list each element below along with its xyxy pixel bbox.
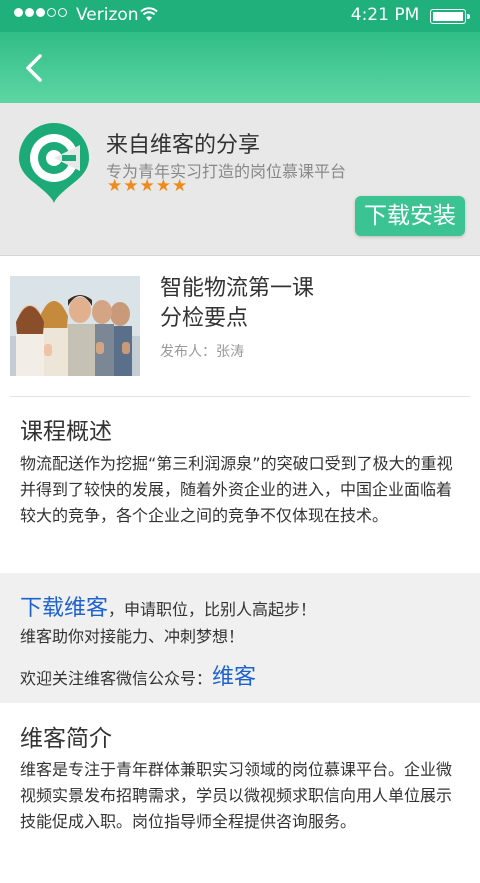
promo-line: 欢迎关注维客微信公众号：维客 (20, 659, 256, 691)
battery-icon (430, 9, 470, 24)
wechat-account-link[interactable]: 维客 (212, 665, 256, 690)
course-card[interactable]: 智能物流第一课 分检要点 发布人：张涛 (0, 256, 480, 396)
promo-text: 欢迎关注维客微信公众号： (20, 669, 213, 688)
divider (10, 396, 470, 397)
course-title-line: 分检要点 (160, 306, 249, 331)
status-bar: Verizon 4:21 PM (0, 0, 480, 32)
download-install-button[interactable]: 下载安装 (355, 196, 465, 236)
course-publisher: 发布人：张涛 (160, 344, 244, 360)
promo-text: ，申请职位，比别人高起步！ (108, 600, 317, 619)
overview-text: 物流配送作为挖掘“第三利润源泉”的突破口受到了极大的重视并得到了较快的发展，随着… (20, 454, 453, 525)
download-weike-link[interactable]: 下载维客 (20, 596, 108, 621)
overview-heading: 课程概述 (20, 419, 112, 445)
nav-bar (0, 32, 480, 103)
about-text: 维客是专注于青年群体兼职实习领域的岗位慕课平台。企业微视频实景发布招聘需求，学员… (20, 760, 453, 831)
course-thumbnail-image (10, 276, 140, 376)
about-heading: 维客简介 (20, 726, 112, 752)
app-name: 来自维客的分享 (106, 133, 261, 158)
course-title: 智能物流第一课 分检要点 (160, 274, 314, 334)
promo-line: 下载维客，申请职位，比别人高起步！ (20, 590, 316, 622)
rating-stars: ★★★★★ (107, 176, 189, 196)
promo-box: 下载维客，申请职位，比别人高起步！ 维客助你对接能力、冲刺梦想！ 欢迎关注维客微… (0, 573, 480, 703)
course-title-line: 智能物流第一课 (160, 276, 315, 301)
app-download-banner: 来自维客的分享 专为青年实习打造的岗位慕课平台 ★★★★★ 下载安装 (0, 103, 480, 256)
back-chevron-icon[interactable] (18, 50, 54, 86)
promo-text: 维客助你对接能力、冲刺梦想！ (20, 627, 245, 646)
status-time: 4:21 PM (350, 5, 420, 25)
weike-logo-icon (19, 123, 89, 203)
